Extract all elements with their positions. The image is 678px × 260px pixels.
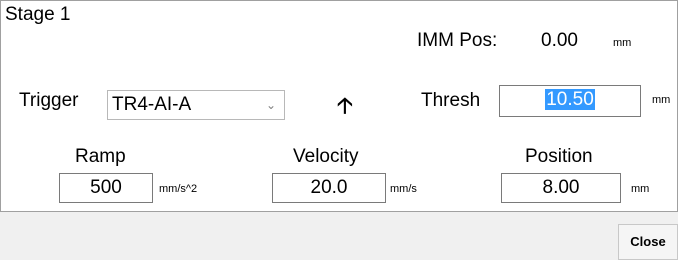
imm-pos-unit: mm: [613, 37, 632, 49]
thresh-unit: mm: [652, 94, 671, 106]
imm-pos-value: 0.00: [541, 30, 578, 51]
velocity-label: Velocity: [293, 146, 359, 167]
ramp-input[interactable]: 500: [59, 173, 153, 203]
ramp-unit: mm/s^2: [159, 183, 198, 195]
stage-panel: Stage 1 IMM Pos: 0.00 mm Trigger TR4-AI-…: [0, 0, 678, 212]
thresh-label: Thresh: [421, 90, 481, 111]
close-button[interactable]: Close: [618, 224, 678, 260]
position-unit: mm: [631, 183, 650, 195]
position-input[interactable]: 8.00: [501, 173, 621, 203]
trigger-select[interactable]: TR4-AI-A ⌄: [107, 90, 285, 120]
imm-pos-label: IMM Pos:: [417, 30, 498, 51]
thresh-input-value: 10.50: [545, 89, 595, 110]
stage-title: Stage 1: [5, 4, 71, 25]
thresh-input[interactable]: 10.50: [499, 85, 641, 117]
ramp-label: Ramp: [75, 146, 126, 167]
position-label: Position: [525, 146, 593, 167]
velocity-input[interactable]: 20.0: [272, 173, 386, 203]
chevron-down-icon: ⌄: [265, 98, 276, 112]
velocity-unit: mm/s: [390, 183, 417, 195]
trigger-label: Trigger: [19, 90, 79, 111]
arrow-up-icon: 🡡: [337, 93, 353, 118]
trigger-select-value: TR4-AI-A: [112, 94, 192, 115]
